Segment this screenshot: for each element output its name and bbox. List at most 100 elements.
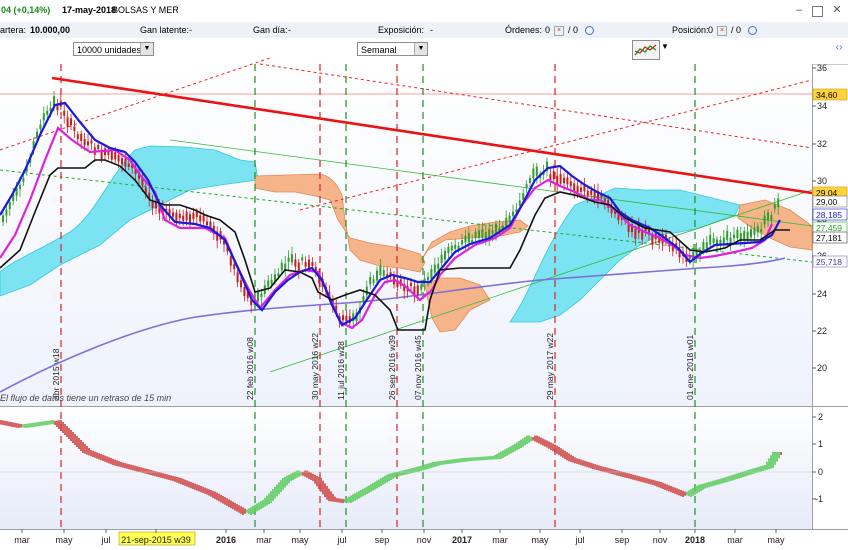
- oscillator-axis: 2 1 0 -1: [812, 412, 823, 504]
- osc-bar: [264, 497, 266, 507]
- osc-bar: [362, 488, 364, 497]
- candle-body: [651, 235, 654, 245]
- osc-bar: [6, 421, 8, 426]
- price-tag: 25,718: [816, 257, 842, 267]
- osc-bar: [530, 436, 532, 442]
- osc-bar: [632, 474, 634, 480]
- osc-bar: [392, 472, 394, 479]
- x-tick-label: mar: [727, 535, 743, 545]
- candle-body: [576, 185, 579, 193]
- y-tick-label: 34: [817, 101, 827, 111]
- osc-bar: [170, 475, 172, 481]
- osc-bar: [4, 420, 6, 426]
- y-tick-label: 36: [817, 63, 827, 73]
- time-axis: mar may jul 21-sep-2015 w39 2016 mar may jul sep…: [14, 529, 785, 546]
- candle-body: [518, 200, 521, 206]
- y-tick-label: 30: [817, 176, 827, 186]
- candle-body: [189, 214, 191, 224]
- osc-bar: [580, 459, 582, 466]
- osc-tick-label: 2: [818, 412, 823, 422]
- osc-bar: [210, 490, 212, 497]
- osc-bar: [672, 486, 674, 493]
- osc-bar: [486, 456, 488, 460]
- osc-bar: [422, 465, 424, 471]
- price-chart[interactable]: abr 2015 w18 22 feb 2016 w08 30 may 2016 w…: [0, 0, 848, 550]
- osc-bar: [58, 420, 60, 429]
- osc-bar: [778, 452, 780, 459]
- candle-body: [590, 190, 593, 195]
- osc-bar: [560, 448, 562, 457]
- osc-bar: [762, 465, 764, 471]
- osc-bar: [332, 494, 334, 502]
- osc-bar: [330, 491, 332, 502]
- osc-bar: [342, 498, 344, 503]
- osc-bar: [304, 470, 306, 477]
- osc-bar: [584, 460, 586, 467]
- osc-bar: [648, 478, 650, 484]
- osc-bar: [500, 451, 502, 459]
- candle-body: [100, 152, 103, 159]
- candle-body: [172, 212, 174, 217]
- osc-bar: [540, 437, 542, 445]
- osc-bar: [40, 421, 42, 426]
- osc-bar: [220, 494, 222, 503]
- osc-bar: [120, 462, 122, 468]
- osc-bar: [588, 462, 590, 468]
- osc-bar: [224, 497, 226, 505]
- osc-bar: [74, 434, 76, 445]
- candle-body: [42, 113, 45, 121]
- osc-bar: [62, 422, 64, 433]
- osc-bar: [660, 482, 662, 489]
- osc-bar: [518, 441, 520, 450]
- x-tick-label: may: [531, 535, 549, 545]
- osc-bar: [402, 470, 404, 476]
- osc-bar: [60, 420, 62, 431]
- osc-bar: [516, 442, 518, 451]
- candle-body: [641, 231, 644, 240]
- price-tag: 29,00: [816, 197, 838, 207]
- osc-bar: [738, 472, 740, 479]
- osc-bar: [86, 446, 88, 455]
- osc-bar: [684, 491, 686, 496]
- osc-bar: [246, 509, 248, 513]
- osc-bar: [216, 492, 218, 501]
- osc-bar: [564, 450, 566, 460]
- osc-bar: [670, 486, 672, 493]
- candle-body: [573, 183, 576, 192]
- osc-bar: [160, 472, 162, 478]
- candle-body: [87, 141, 89, 146]
- osc-bar: [386, 474, 388, 483]
- osc-bar: [282, 478, 284, 490]
- osc-bar: [704, 483, 706, 489]
- osc-bar: [400, 470, 402, 476]
- osc-bar: [544, 439, 546, 447]
- osc-bar: [552, 443, 554, 452]
- candle-body: [440, 254, 443, 263]
- osc-bar: [338, 498, 340, 503]
- osc-bar: [568, 453, 570, 462]
- osc-bar: [726, 476, 728, 483]
- osc-bar: [664, 483, 666, 490]
- osc-bar: [618, 470, 620, 476]
- x-tick-label: may: [55, 535, 73, 545]
- osc-bar: [38, 422, 40, 427]
- candle-body: [66, 117, 69, 127]
- osc-bar: [408, 468, 410, 474]
- candle-body: [750, 229, 752, 238]
- osc-bar: [566, 452, 568, 461]
- osc-bar: [344, 498, 346, 503]
- osc-bar: [608, 468, 610, 474]
- osc-bar: [242, 507, 244, 515]
- x-tick-label: 21-sep-2015 w39: [121, 535, 191, 545]
- osc-bar: [118, 461, 120, 467]
- osc-bar: [420, 465, 422, 471]
- osc-bar: [690, 489, 692, 497]
- osc-bar: [646, 478, 648, 484]
- osc-bar: [776, 452, 778, 462]
- x-tick-label: nov: [653, 535, 668, 545]
- osc-bar: [440, 460, 442, 465]
- osc-tick-label: 0: [818, 467, 823, 477]
- osc-bar: [416, 466, 418, 472]
- osc-bar: [44, 421, 46, 426]
- price-tag: 27,459: [816, 223, 842, 233]
